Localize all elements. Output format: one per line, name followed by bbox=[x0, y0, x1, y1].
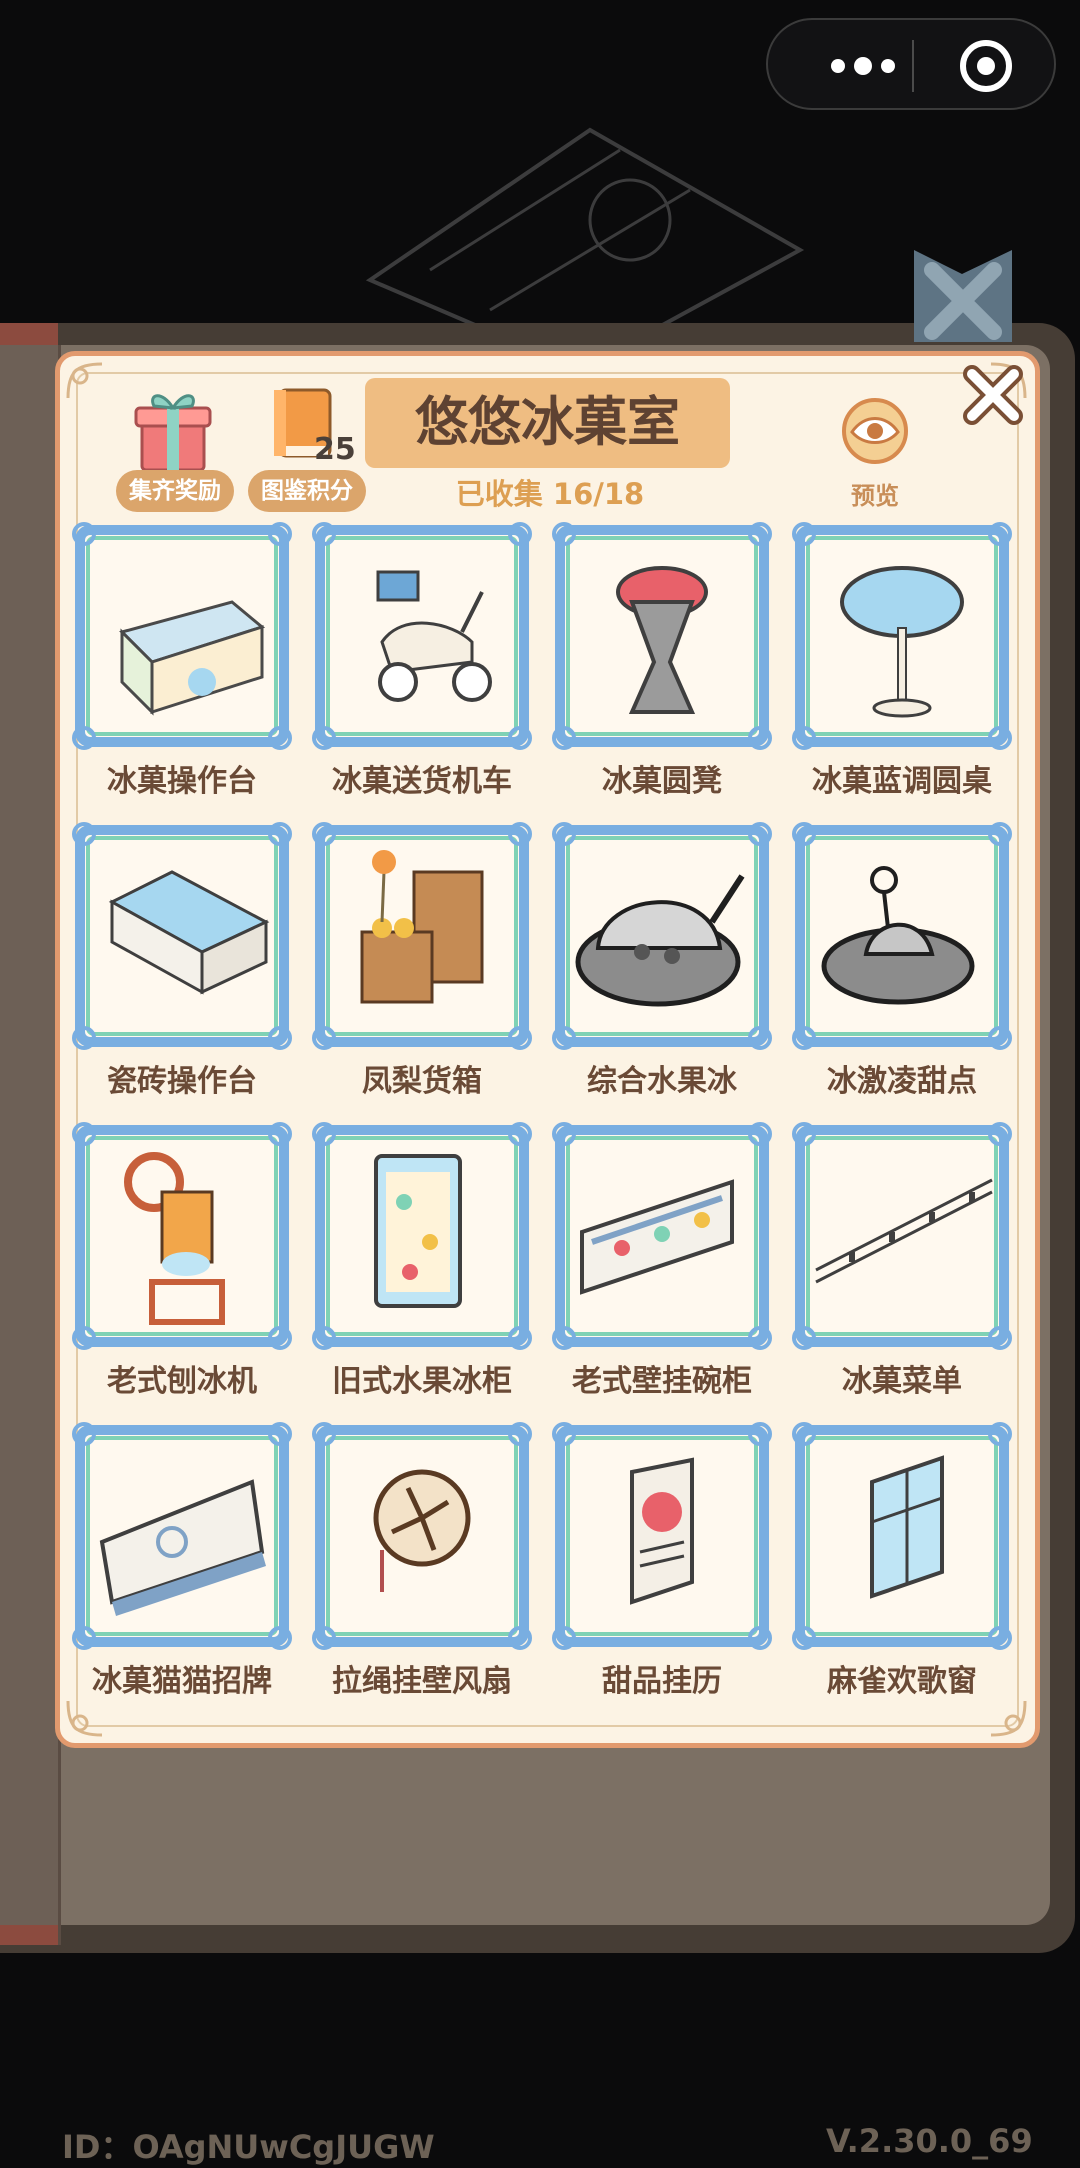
item-card[interactable] bbox=[70, 1120, 294, 1352]
item-name: 凤梨货箱 bbox=[362, 1064, 482, 1099]
item-name: 拉绳挂壁风扇 bbox=[332, 1664, 512, 1699]
fruit-freezer-icon bbox=[374, 1154, 462, 1308]
item-card[interactable] bbox=[310, 520, 534, 752]
ice-cream-dessert-icon bbox=[821, 866, 975, 1005]
counter-icon bbox=[119, 600, 266, 716]
more-dots-icon[interactable] bbox=[808, 48, 918, 84]
collect-reward-button[interactable]: 集齐奖励 bbox=[116, 470, 234, 512]
item-card[interactable] bbox=[310, 1120, 534, 1352]
item-card[interactable] bbox=[70, 520, 294, 752]
item-card[interactable] bbox=[70, 1420, 294, 1652]
mini-program-capsule bbox=[766, 18, 1056, 110]
item-name: 冰菓菜单 bbox=[842, 1364, 962, 1399]
collection-progress: 已收集 16/18 bbox=[455, 477, 645, 511]
wall-cabinet-icon bbox=[580, 1179, 734, 1295]
eye-preview-icon[interactable] bbox=[840, 396, 910, 466]
item-name: 冰菓蓝调圆桌 bbox=[812, 764, 992, 799]
item-card[interactable] bbox=[550, 820, 774, 1052]
background-scene-silhouette bbox=[365, 127, 805, 370]
stool-icon bbox=[616, 566, 708, 714]
book-spine bbox=[0, 345, 61, 1945]
item-name: 麻雀欢歌窗 bbox=[827, 1664, 977, 1699]
item-name: 冰菓操作台 bbox=[107, 764, 257, 799]
pineapple-crate-icon bbox=[360, 850, 484, 1004]
close-button[interactable] bbox=[960, 362, 1026, 428]
round-table-icon bbox=[840, 566, 964, 718]
item-name: 甜品挂历 bbox=[602, 1664, 722, 1699]
item-name: 冰激凌甜点 bbox=[827, 1064, 977, 1099]
capsule-divider bbox=[912, 40, 914, 92]
item-name: 瓷砖操作台 bbox=[107, 1064, 257, 1099]
tile-counter-icon bbox=[108, 870, 270, 995]
target-close-icon[interactable] bbox=[956, 36, 1016, 96]
item-grid: 冰菓操作台 冰菓送货机车 冰菓圆凳 冰菓蓝调圆桌 瓷砖操作台 凤梨货箱 综合水果… bbox=[70, 520, 1020, 1710]
item-name: 冰菓圆凳 bbox=[602, 764, 722, 799]
gift-icon[interactable] bbox=[122, 384, 224, 474]
page-title: 悠悠冰菓室 bbox=[415, 392, 680, 453]
item-name: 综合水果冰 bbox=[587, 1064, 737, 1099]
score-value: 25 bbox=[314, 432, 356, 467]
calendar-icon bbox=[630, 1457, 694, 1605]
item-card[interactable] bbox=[790, 820, 1014, 1052]
item-card[interactable] bbox=[790, 520, 1014, 752]
user-id: ID：OAgNUwCgJUGW bbox=[62, 2128, 435, 2166]
scooter-icon bbox=[376, 570, 492, 702]
ice-shaver-icon bbox=[124, 1152, 225, 1325]
bookmark-x-icon bbox=[914, 250, 1012, 342]
item-card[interactable] bbox=[790, 1420, 1014, 1652]
item-card[interactable] bbox=[550, 1420, 774, 1652]
corner-ornament-icon bbox=[66, 362, 103, 399]
spine-cap-bottom bbox=[0, 1925, 58, 1945]
score-button[interactable]: 图鉴积分 bbox=[248, 470, 366, 512]
window-icon bbox=[870, 1455, 944, 1599]
shaved-ice-fruit-icon bbox=[575, 874, 745, 1007]
preview-button[interactable]: 预览 bbox=[820, 476, 930, 512]
item-card[interactable] bbox=[790, 1120, 1014, 1352]
item-name: 冰菓送货机车 bbox=[332, 764, 512, 799]
cat-sign-icon bbox=[99, 1479, 266, 1616]
item-card[interactable] bbox=[70, 820, 294, 1052]
item-card[interactable] bbox=[310, 820, 534, 1052]
menu-strip-icon bbox=[815, 1178, 993, 1284]
item-card[interactable] bbox=[550, 1120, 774, 1352]
item-name: 老式壁挂碗柜 bbox=[572, 1364, 752, 1399]
app-version: V.2.30.0_69 bbox=[826, 2122, 1033, 2160]
item-card[interactable] bbox=[310, 1420, 534, 1652]
item-card[interactable] bbox=[550, 520, 774, 752]
item-name: 旧式水果冰柜 bbox=[332, 1364, 512, 1399]
wall-fan-icon bbox=[373, 1469, 471, 1592]
item-name: 冰菓猫猫招牌 bbox=[92, 1664, 272, 1699]
spine-cap-top bbox=[0, 323, 58, 345]
item-name: 老式刨冰机 bbox=[107, 1364, 257, 1399]
